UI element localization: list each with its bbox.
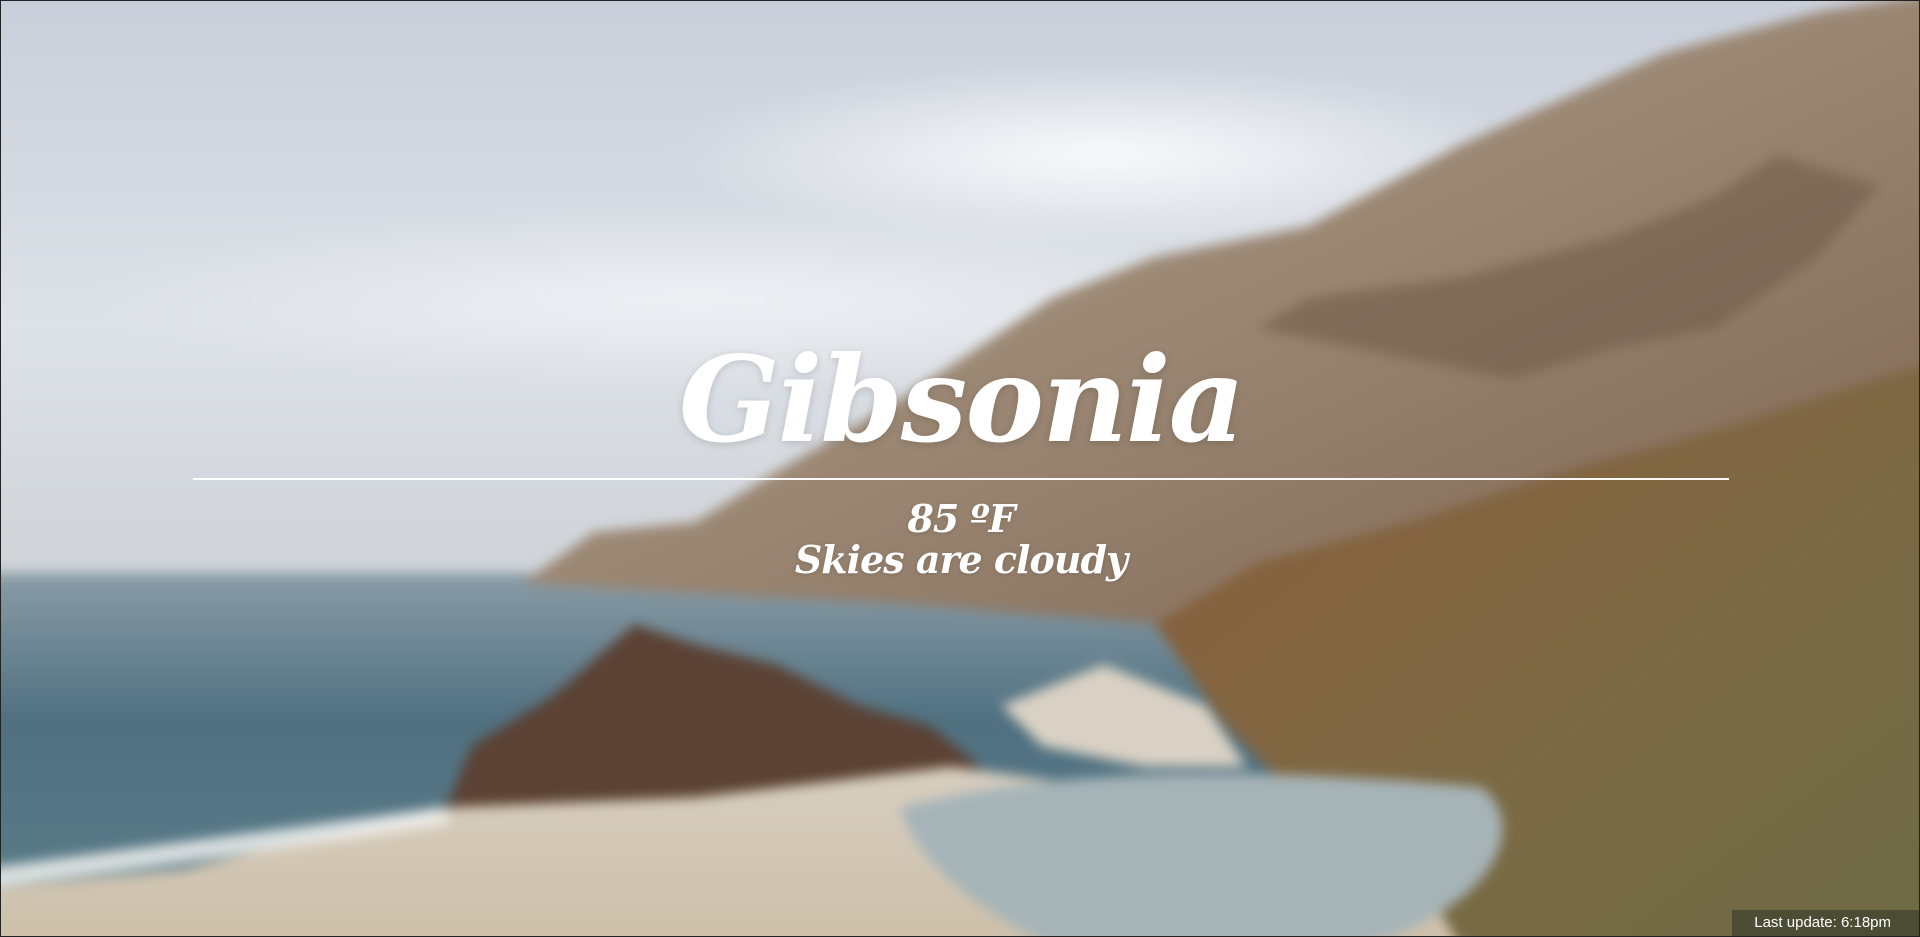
last-update-badge: Last update: 6:18pm (1732, 910, 1919, 936)
divider-line (193, 478, 1729, 480)
temperature-readout: 85 ºF (907, 496, 1015, 541)
weather-page: Gibsonia 85 ºF Skies are cloudy Last upd… (0, 0, 1920, 937)
city-name: Gibsonia (678, 330, 1245, 469)
weather-overlay: Gibsonia 85 ºF Skies are cloudy (1, 1, 1919, 936)
weather-condition: Skies are cloudy (794, 537, 1128, 582)
